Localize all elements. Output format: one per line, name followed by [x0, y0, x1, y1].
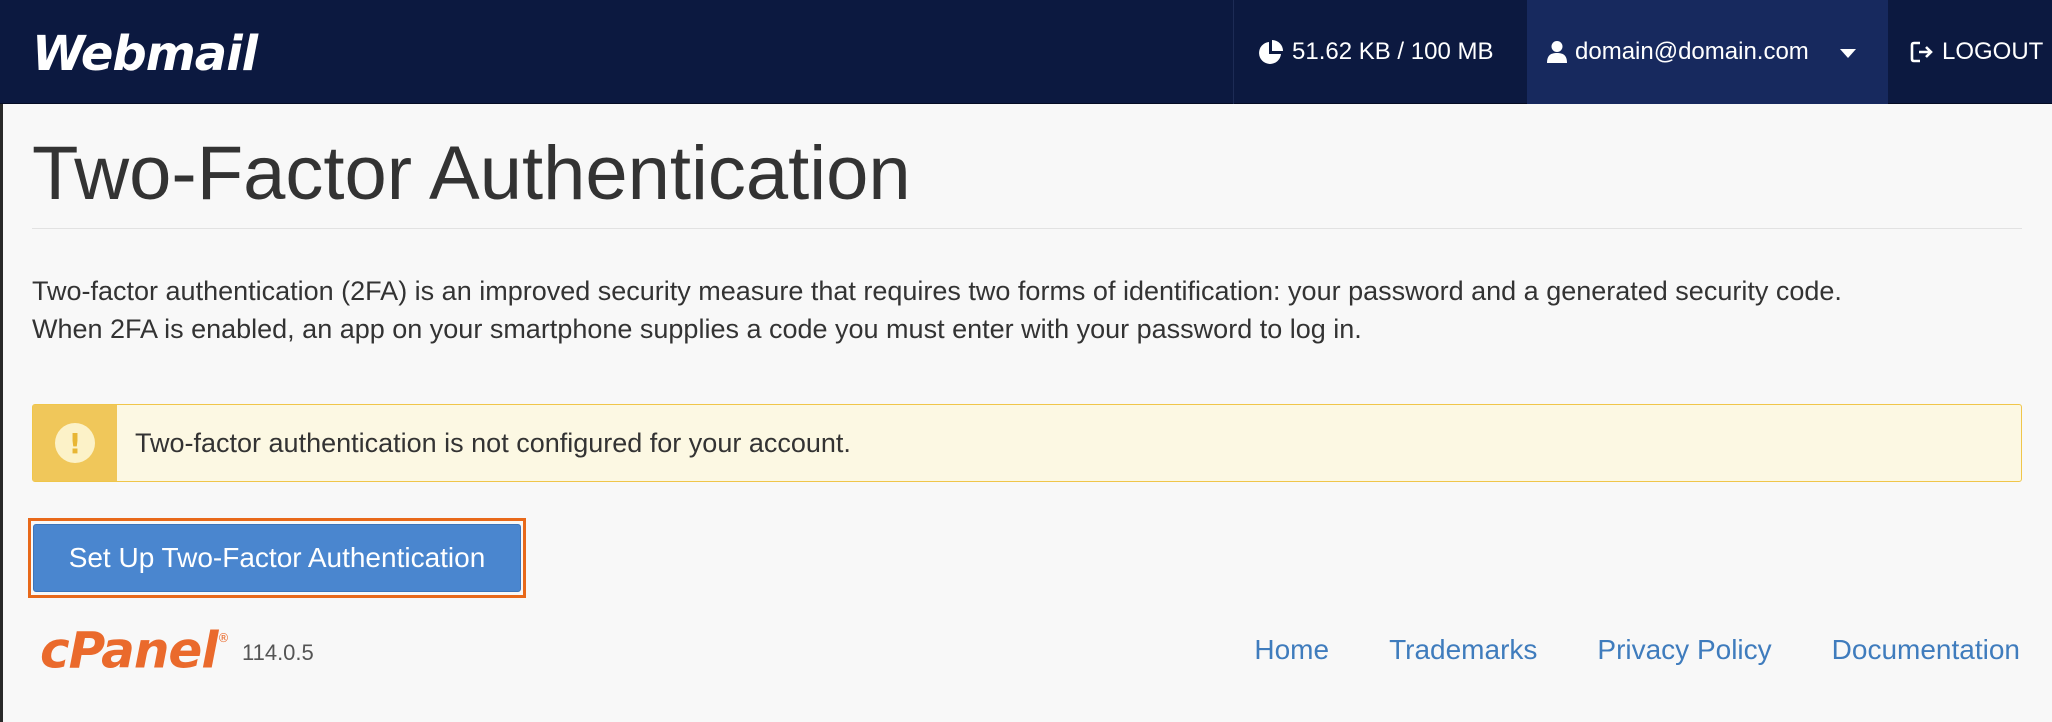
- user-email: domain@domain.com: [1575, 38, 1809, 65]
- footer-link-documentation[interactable]: Documentation: [1832, 634, 2020, 666]
- description-line: Two-factor authentication (2FA) is an im…: [32, 276, 1842, 306]
- warning-alert: ! Two-factor authentication is not confi…: [32, 404, 2022, 482]
- cpanel-logo-text: cPanel: [40, 621, 218, 680]
- sign-out-icon: [1910, 40, 1934, 64]
- user-menu-dropdown[interactable]: domain@domain.com: [1527, 0, 1888, 104]
- alert-message: Two-factor authentication is not configu…: [135, 427, 851, 458]
- user-icon: [1547, 40, 1567, 64]
- top-navbar: Webmail 51.62 KB / 100 MB domain@domain.…: [0, 0, 2052, 104]
- navbar-right: 51.62 KB / 100 MB domain@domain.com LOGO…: [1233, 0, 2052, 104]
- title-divider: [32, 228, 2022, 229]
- disk-quota: 51.62 KB / 100 MB: [1233, 0, 1527, 104]
- footer-link-home[interactable]: Home: [1254, 634, 1329, 666]
- cpanel-logo[interactable]: cPanel®: [40, 616, 229, 681]
- registered-mark: ®: [217, 631, 229, 645]
- footer-link-privacy-policy[interactable]: Privacy Policy: [1597, 634, 1771, 666]
- setup-2fa-button[interactable]: Set Up Two-Factor Authentication: [33, 524, 521, 592]
- alert-icon-panel: !: [33, 405, 117, 481]
- footer-link-trademarks[interactable]: Trademarks: [1389, 634, 1537, 666]
- webmail-logo[interactable]: Webmail: [32, 24, 258, 84]
- logout-label: LOGOUT: [1942, 38, 2044, 65]
- description-line: When 2FA is enabled, an app on your smar…: [32, 314, 1362, 344]
- logout-button[interactable]: LOGOUT: [1888, 0, 2052, 104]
- window-edge: [0, 0, 3, 722]
- chevron-down-icon: [1840, 49, 1856, 58]
- page-description: Two-factor authentication (2FA) is an im…: [32, 272, 2032, 348]
- quota-text: 51.62 KB / 100 MB: [1292, 38, 1494, 65]
- exclamation-icon: !: [55, 423, 95, 463]
- pie-chart-icon: [1258, 39, 1284, 65]
- page-title: Two-Factor Authentication: [32, 131, 911, 216]
- footer-links: Home Trademarks Privacy Policy Documenta…: [1254, 634, 2020, 666]
- version-number: 114.0.5: [242, 640, 314, 665]
